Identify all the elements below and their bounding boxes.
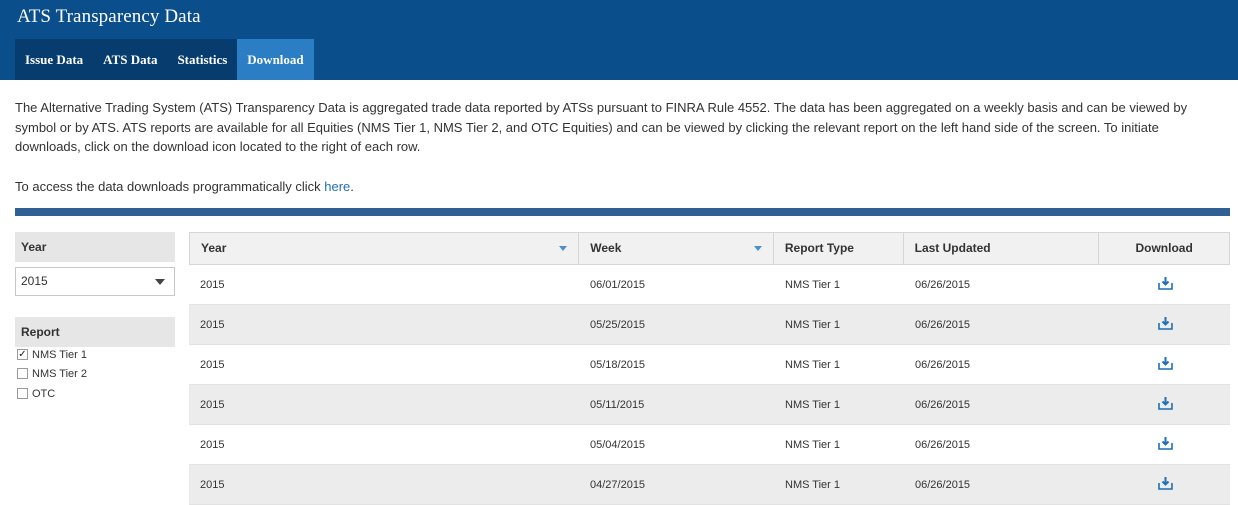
report-option-otc[interactable]: OTC (17, 386, 55, 401)
sort-icon[interactable] (559, 246, 568, 251)
report-option-label: OTC (32, 387, 56, 400)
tab-statistics[interactable]: Statistics (167, 39, 237, 80)
access-prefix: To access the data downloads programmati… (15, 179, 325, 194)
year-select[interactable]: 2015 (15, 267, 175, 296)
sort-icon[interactable] (753, 246, 762, 251)
programmatic-access-text: To access the data downloads programmati… (15, 179, 354, 194)
cell-week: 05/04/2015 (590, 438, 646, 451)
checkbox[interactable] (17, 368, 28, 379)
download-icon[interactable] (1157, 276, 1173, 293)
download-icon[interactable] (1157, 396, 1173, 413)
cell-last-updated: 06/26/2015 (915, 478, 971, 491)
cell-report-type: NMS Tier 1 (785, 398, 841, 411)
col-header-year[interactable]: Year (190, 233, 580, 264)
app-title: ATS Transparency Data (17, 6, 201, 27)
cell-download (1100, 356, 1230, 373)
cell-week: 05/25/2015 (590, 318, 646, 331)
access-suffix: . (350, 179, 354, 194)
cell-week: 04/27/2015 (590, 478, 646, 491)
col-header-report-type: Report Type (774, 233, 904, 264)
app-header: ATS Transparency Data Issue Data ATS Dat… (0, 0, 1238, 80)
report-option-label: NMS Tier 1 (32, 348, 88, 361)
download-icon[interactable] (1157, 476, 1173, 493)
cell-last-updated: 06/26/2015 (915, 358, 971, 371)
cell-report-type: NMS Tier 1 (785, 278, 841, 291)
col-header-last-updated: Last Updated (904, 233, 1100, 264)
checkbox-checked[interactable]: ✓ (17, 349, 28, 360)
cell-report-type: NMS Tier 1 (785, 478, 841, 491)
year-filter-header: Year (15, 232, 175, 262)
cell-week: 06/01/2015 (590, 278, 646, 291)
main-nav: Issue Data ATS Data Statistics Download (15, 39, 314, 80)
table-row: 2015 05/11/2015 NMS Tier 1 06/26/2015 (189, 385, 1230, 425)
table-row: 2015 06/01/2015 NMS Tier 1 06/26/2015 (189, 265, 1230, 305)
cell-download (1100, 316, 1230, 333)
downloads-table: Year Week Report Type Last Updated Downl… (189, 232, 1230, 505)
cell-last-updated: 06/26/2015 (915, 438, 971, 451)
cell-week: 05/11/2015 (590, 398, 645, 411)
report-option-nms-tier-2[interactable]: NMS Tier 2 (17, 366, 87, 381)
cell-year: 2015 (200, 398, 225, 411)
here-link[interactable]: here (324, 179, 350, 194)
intro-paragraph: The Alternative Trading System (ATS) Tra… (15, 100, 1188, 154)
cell-last-updated: 06/26/2015 (915, 398, 971, 411)
cell-report-type: NMS Tier 1 (785, 358, 841, 371)
cell-year: 2015 (200, 358, 225, 371)
cell-year: 2015 (200, 438, 225, 451)
chevron-down-icon (155, 279, 165, 285)
report-option-nms-tier-1[interactable]: ✓ NMS Tier 1 (17, 347, 87, 362)
download-icon[interactable] (1157, 356, 1173, 373)
col-header-label: Week (590, 241, 622, 255)
table-row: 2015 04/27/2015 NMS Tier 1 06/26/2015 (189, 465, 1230, 505)
cell-year: 2015 (200, 478, 225, 491)
col-header-download: Download (1135, 241, 1193, 255)
report-option-label: NMS Tier 2 (32, 367, 88, 380)
table-header: Year Week Report Type Last Updated Downl… (189, 232, 1230, 265)
cell-download (1100, 276, 1230, 293)
cell-year: 2015 (200, 278, 225, 291)
tab-issue-data[interactable]: Issue Data (15, 39, 93, 80)
cell-year: 2015 (200, 318, 225, 331)
cell-download (1100, 476, 1230, 493)
cell-week: 05/18/2015 (590, 358, 646, 371)
table-row: 2015 05/18/2015 NMS Tier 1 06/26/2015 (189, 345, 1230, 385)
tab-ats-data[interactable]: ATS Data (93, 39, 167, 80)
cell-download (1100, 396, 1230, 413)
cell-report-type: NMS Tier 1 (785, 438, 841, 451)
tab-download[interactable]: Download (237, 39, 314, 80)
cell-last-updated: 06/26/2015 (915, 318, 971, 331)
divider-band (15, 208, 1230, 216)
cell-download (1100, 436, 1230, 453)
download-icon[interactable] (1157, 316, 1173, 333)
table-row: 2015 05/25/2015 NMS Tier 1 06/26/2015 (189, 305, 1230, 345)
download-icon[interactable] (1157, 436, 1173, 453)
year-select-value: 2015 (21, 274, 48, 288)
cell-last-updated: 06/26/2015 (915, 278, 971, 291)
report-filter-header: Report (15, 317, 175, 347)
cell-report-type: NMS Tier 1 (785, 318, 841, 331)
checkbox[interactable] (17, 388, 28, 399)
col-header-week[interactable]: Week (579, 233, 774, 264)
table-row: 2015 05/04/2015 NMS Tier 1 06/26/2015 (189, 425, 1230, 465)
col-header-label: Year (201, 241, 227, 255)
